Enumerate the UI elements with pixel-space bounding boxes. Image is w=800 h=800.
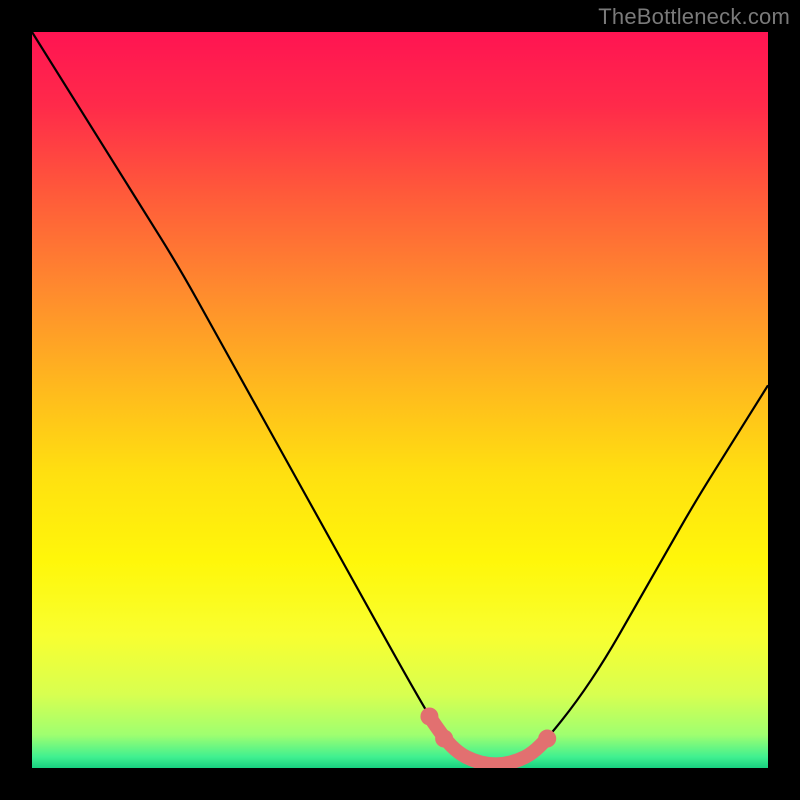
plot-area [32,32,768,768]
bottleneck-chart [32,32,768,768]
marker-dot [538,730,556,748]
marker-dot [435,730,453,748]
marker-dot [420,707,438,725]
gradient-background [32,32,768,768]
outer-frame: TheBottleneck.com [0,0,800,800]
attribution-label: TheBottleneck.com [598,4,790,30]
